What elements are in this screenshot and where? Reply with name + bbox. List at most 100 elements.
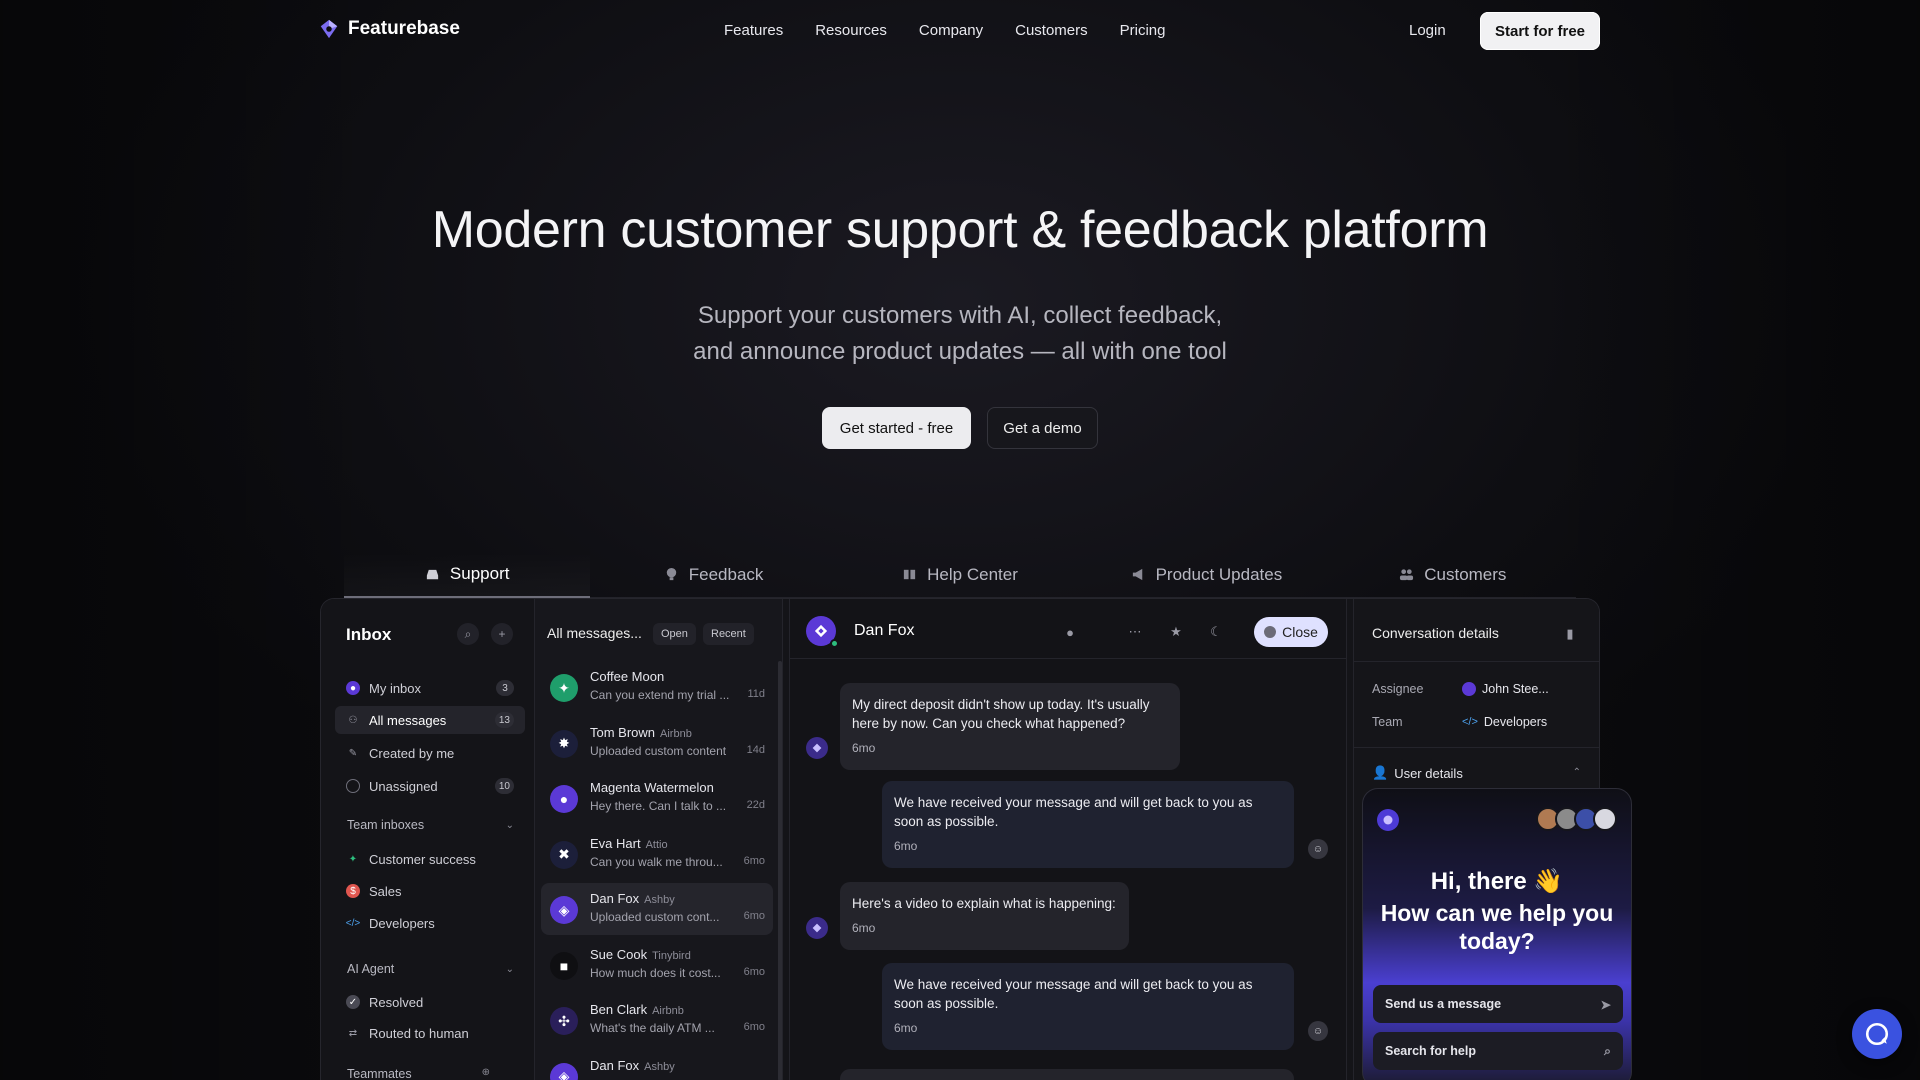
- list-item-text: Tom Brown Airbnb Uploaded custom content 14…: [590, 725, 765, 758]
- chat-launcher-button[interactable]: [1852, 1009, 1902, 1059]
- sidebar-item-all-messages[interactable]: ⚇ All messages 13: [335, 706, 525, 734]
- contact-avatar: ◈: [550, 1062, 578, 1080]
- ai-agent-heading[interactable]: AI Agent: [347, 962, 394, 976]
- search-help-label: Search for help: [1385, 1044, 1476, 1058]
- get-demo-button[interactable]: Get a demo: [987, 407, 1098, 449]
- name-text: Dan Fox: [590, 891, 640, 906]
- list-item[interactable]: ✦ Coffee Moon Can you extend my trial ... 1…: [541, 661, 773, 713]
- send-icon: ➤: [1600, 997, 1611, 1012]
- sidebar-item-routed-to-human[interactable]: ⇄ Routed to human: [335, 1019, 525, 1047]
- messenger-widget: Hi, there 👋 How can we help you today? S…: [1362, 788, 1632, 1080]
- send-message-button[interactable]: Send us a message ➤: [1373, 985, 1623, 1023]
- search-icon[interactable]: ⌕: [457, 623, 479, 645]
- company-text: Airbnb: [660, 727, 692, 740]
- sidebar-item-created-by-me[interactable]: ✎ Created by me: [335, 739, 525, 767]
- contact-name: Tom Brown Airbnb: [590, 725, 765, 740]
- start-free-button[interactable]: Start for free: [1480, 12, 1600, 50]
- tab-support[interactable]: Support: [344, 552, 591, 598]
- sidebar-item-resolved[interactable]: ✓ Resolved: [335, 988, 525, 1016]
- list-item[interactable]: ◈ Dan Fox Ashby: [541, 1050, 773, 1080]
- list-item[interactable]: ✣ Ben Clark Airbnb What's the daily ATM ...…: [541, 994, 773, 1046]
- more-icon[interactable]: ⋯: [1124, 621, 1146, 643]
- team-avatars: [1536, 807, 1617, 831]
- company-text: Ashby: [644, 1060, 675, 1073]
- close-conversation-button[interactable]: Close: [1254, 617, 1328, 647]
- list-header[interactable]: All messages...: [547, 625, 642, 641]
- bot-icon: ☺: [1308, 839, 1328, 859]
- message-text: We have received your message and will g…: [894, 977, 1253, 1011]
- login-link[interactable]: Login: [1409, 22, 1446, 39]
- hero-subtitle: Support your customers with AI, collect …: [0, 298, 1920, 370]
- team-value[interactable]: </> Developers: [1462, 715, 1547, 729]
- contact-name: Dan Fox: [854, 622, 915, 639]
- company-text: Airbnb: [652, 1005, 684, 1017]
- contact-avatar: ✦: [550, 674, 578, 702]
- tab-help-center[interactable]: Help Center: [836, 552, 1084, 598]
- list-item[interactable]: ■ Sue Cook Tinybird How much does it cost..…: [541, 939, 773, 991]
- list-item[interactable]: ◈ Dan Fox Ashby Uploaded custom cont... 6mo: [541, 883, 773, 935]
- time-text: 14d: [746, 743, 765, 756]
- inbox-sidebar: Inbox ⌕ + ● My inbox 3 ⚇ All messages 13 ✎ Cr…: [321, 599, 535, 1080]
- users-icon: ⚇: [348, 714, 358, 726]
- lightbulb-icon: [666, 567, 676, 581]
- tab-product-updates-label: Product Updates: [1155, 564, 1283, 584]
- brand-logo[interactable]: Featurebase: [318, 18, 460, 40]
- chevron-up-icon[interactable]: ⌃: [1573, 767, 1581, 778]
- nav-features[interactable]: Features: [724, 22, 783, 39]
- sidebar-item-sales[interactable]: $ Sales: [335, 877, 525, 905]
- avatar-glyph: ✣: [558, 1012, 570, 1029]
- name-text: Dan Fox: [590, 1057, 640, 1073]
- preview-text: Uploaded custom cont...: [590, 910, 720, 924]
- check-icon: ✓: [346, 995, 360, 1009]
- list-item[interactable]: ✸ Tom Brown Airbnb Uploaded custom content 1…: [541, 717, 773, 769]
- add-icon[interactable]: +: [491, 623, 513, 645]
- contact-avatar: ●: [550, 785, 578, 813]
- nav-pricing[interactable]: Pricing: [1120, 22, 1166, 39]
- user-details-section[interactable]: 👤 User details: [1372, 765, 1463, 781]
- star-icon[interactable]: ★: [1165, 621, 1187, 643]
- chevron-down-icon[interactable]: ⌄: [506, 820, 514, 831]
- search-icon: ⌕: [1603, 1043, 1611, 1058]
- tab-customers[interactable]: Customers: [1329, 552, 1577, 598]
- code-icon: </>: [345, 917, 361, 929]
- chevron-down-icon[interactable]: ⌄: [506, 964, 514, 975]
- message-bubble-incoming: Here's a video to explain what is happen…: [840, 882, 1129, 950]
- preview-text: What's the daily ATM ...: [590, 1021, 715, 1035]
- add-teammate-icon[interactable]: ⊕: [482, 1067, 490, 1078]
- contact-avatar: ■: [550, 951, 578, 980]
- name-text: Ben Clark: [590, 1002, 648, 1017]
- sidebar-item-developers[interactable]: </> Developers: [335, 909, 525, 937]
- hero-subtitle-line-2: and announce product updates — all with …: [693, 338, 1227, 365]
- contact-name: Eva Hart Attio: [590, 836, 765, 851]
- list-item[interactable]: ✖ Eva Hart Attio Can you walk me throu... 6m…: [541, 828, 773, 880]
- nav-resources[interactable]: Resources: [815, 22, 887, 39]
- message-bubble-outgoing: We have received your message and will g…: [882, 963, 1294, 1050]
- list-item[interactable]: ● Magenta Watermelon Hey there. Can I talk…: [541, 772, 773, 824]
- contact-avatar: ✖: [550, 840, 578, 869]
- user-icon: 👤: [1372, 765, 1389, 780]
- tab-feedback[interactable]: Feedback: [590, 552, 837, 598]
- time-text: 11d: [747, 688, 765, 700]
- sidebar-item-customer-success[interactable]: ✦ Customer success: [335, 845, 525, 873]
- teammates-heading[interactable]: Teammates: [347, 1067, 412, 1080]
- filter-open-pill[interactable]: Open: [653, 623, 696, 645]
- list-item-text: Dan Fox Ashby: [590, 1058, 765, 1077]
- video-attachment[interactable]: [840, 1069, 1294, 1080]
- list-scrollbar[interactable]: [778, 661, 782, 1080]
- widget-question: How can we help you today?: [1380, 900, 1614, 954]
- assignee-value[interactable]: John Stee...: [1462, 682, 1549, 696]
- tab-product-updates[interactable]: Product Updates: [1083, 552, 1330, 598]
- sidebar-item-unassigned[interactable]: Unassigned 10: [335, 772, 525, 800]
- brand-name: Featurebase: [348, 18, 460, 39]
- search-help-button[interactable]: Search for help ⌕: [1373, 1032, 1623, 1070]
- sidebar-toggle-icon[interactable]: ▮: [1559, 623, 1581, 645]
- team-inboxes-heading[interactable]: Team inboxes: [347, 818, 424, 832]
- hero-title: Modern customer support & feedback platf…: [431, 201, 1489, 259]
- nav-customers[interactable]: Customers: [1015, 22, 1088, 39]
- get-started-button[interactable]: Get started - free: [822, 407, 971, 449]
- snooze-moon-icon[interactable]: ☾: [1205, 621, 1227, 643]
- sidebar-item-my-inbox[interactable]: ● My inbox 3: [335, 674, 525, 702]
- list-item-text: Magenta Watermelon Hey there. Can I talk …: [590, 780, 765, 813]
- sort-recent-pill[interactable]: Recent: [703, 623, 754, 645]
- nav-company[interactable]: Company: [919, 22, 983, 39]
